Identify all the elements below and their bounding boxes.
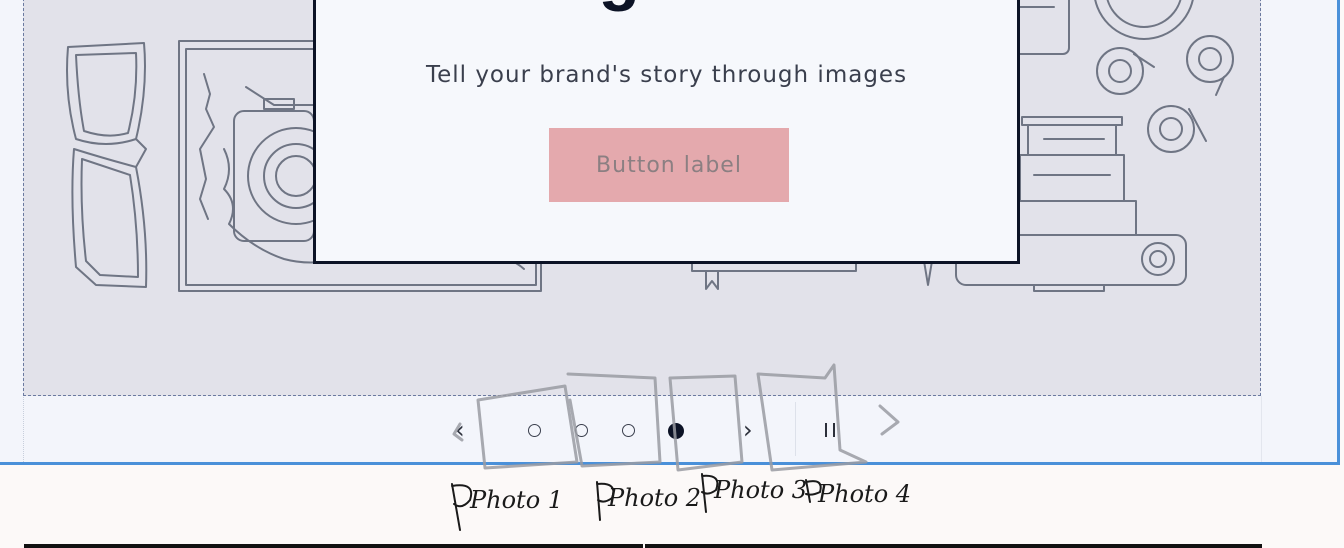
annotation-label-1: Photo 1 xyxy=(470,486,564,514)
slide-content-card: Image slide Tell your brand's story thro… xyxy=(313,0,1020,264)
next-slide-button[interactable]: › xyxy=(743,418,753,442)
slide-title: Image slide xyxy=(316,0,1017,8)
slide-dot-2[interactable] xyxy=(575,424,588,437)
annotation-label-4: Photo 4 xyxy=(818,480,912,508)
slide-cta-button[interactable]: Button label xyxy=(549,128,789,202)
annotation-labels: Photo 1 Photo 2 Photo 3 Photo 4 xyxy=(0,476,1344,526)
slide-dot-4[interactable] xyxy=(668,423,684,439)
prev-slide-button[interactable]: ‹ xyxy=(455,418,465,442)
pause-icon[interactable] xyxy=(825,423,837,437)
section-divider-tick xyxy=(643,544,645,548)
sunglasses-icon xyxy=(66,42,148,288)
slide-subtitle: Tell your brand's story through images xyxy=(425,62,908,88)
guide-line xyxy=(1261,396,1262,462)
slide-dot-1[interactable] xyxy=(528,424,541,437)
editor-frame: Image slide Tell your brand's story thro… xyxy=(0,0,1340,465)
film-reel-icon xyxy=(993,0,1234,153)
annotation-label-2: Photo 2 xyxy=(608,484,702,512)
slide-dot-3[interactable] xyxy=(622,424,635,437)
annotation-label-3: Photo 3 xyxy=(714,476,808,504)
slider-controls: ‹ › xyxy=(23,396,1261,462)
journal-icon xyxy=(691,260,933,290)
slide-background[interactable]: Image slide Tell your brand's story thro… xyxy=(23,0,1261,396)
controls-divider xyxy=(795,402,796,456)
